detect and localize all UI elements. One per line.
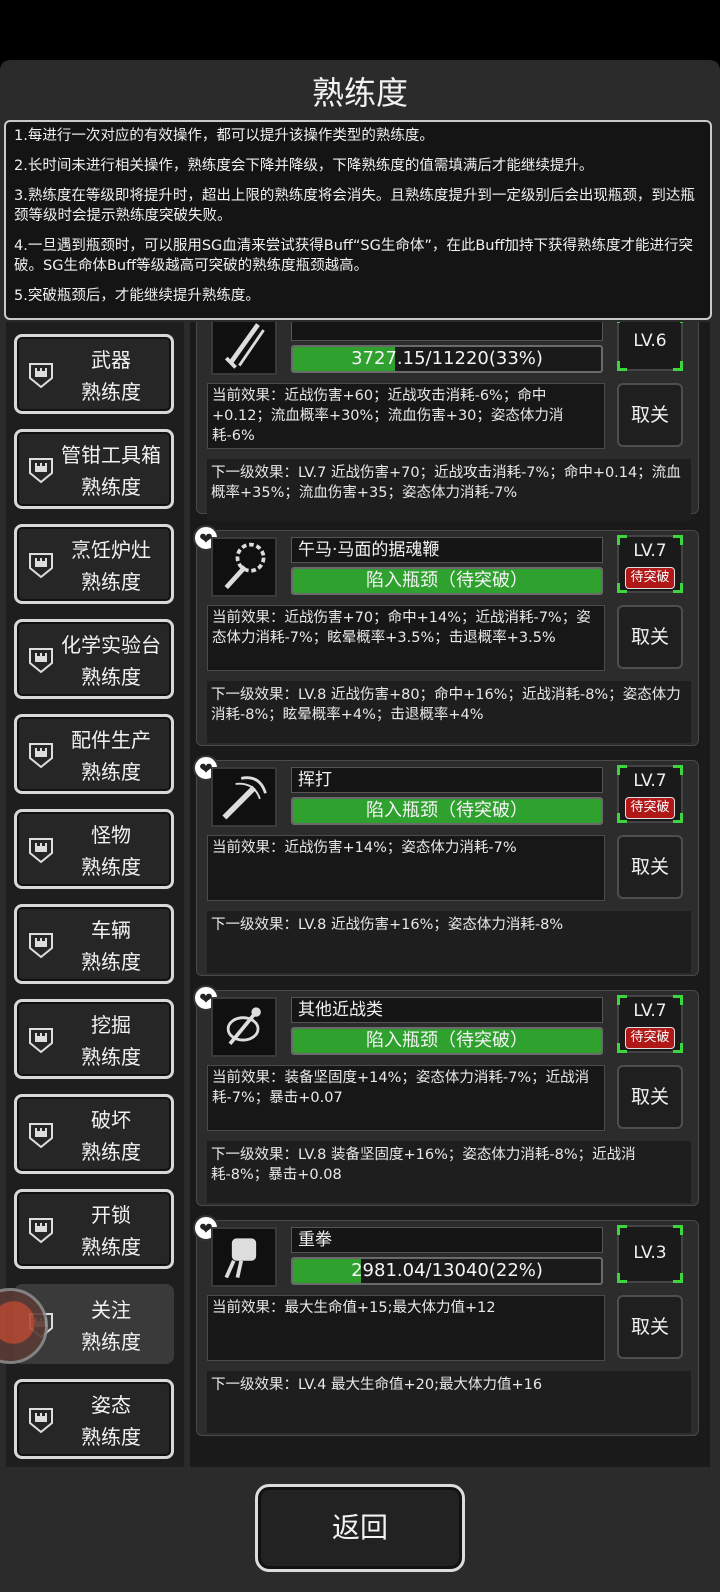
next-effect: 下一级效果：LV.8 近战伤害+16%；姿态体力消耗-8% <box>207 911 691 973</box>
current-effect: 当前效果：最大生命值+15;最大体力值+12 <box>207 1295 605 1361</box>
progress-text: 3727.15/11220(33%) <box>351 348 543 369</box>
sidebar-item-label: 化学实验台 <box>61 633 161 657</box>
level-text: LV.3 <box>633 1243 667 1263</box>
fist-icon <box>211 1227 277 1287</box>
level-box: LV.6 <box>617 322 683 371</box>
info-line: 5.突破瓶颈后，才能继续提升熟练度。 <box>14 288 260 304</box>
sidebar-item-stance[interactable]: 姿态 熟练度 <box>14 1379 174 1459</box>
page-title: 熟练度 <box>311 74 408 112</box>
progress-text: 陷入瓶颈（待突破） <box>366 800 528 821</box>
level-box: LV.7 待突破 <box>617 535 683 593</box>
sidebar-item-label: 挖掘 <box>91 1013 131 1037</box>
proficiency-name: 其他近战类 <box>291 997 603 1023</box>
sidebar-item-label: 怪物 <box>91 823 131 847</box>
level-text: LV.7 <box>633 1001 667 1021</box>
sidebar-item-toolbox[interactable]: 管钳工具箱 熟练度 <box>14 429 174 509</box>
sidebar-item-label: 烹饪炉灶 <box>71 538 151 562</box>
whip-icon <box>211 537 277 597</box>
info-line: 4.一旦遇到瓶颈时，可以服用SG血清来尝试获得Buff“SG生命体”，在此Buf… <box>14 238 693 274</box>
sidebar-item-monster[interactable]: 怪物 熟练度 <box>14 809 174 889</box>
breakthrough-badge[interactable]: 待突破 <box>625 1027 675 1049</box>
unfollow-button[interactable]: 取关 <box>617 1295 683 1359</box>
info-line: 2.长时间未进行相关操作，熟练度会下降并降级，下降熟练度的值需填满后才能继续提升… <box>14 158 594 174</box>
proficiency-card: ❤ 其他近战类 陷入瓶颈（待突破） LV.7 待突破 当前效果：装备坚固度+14… <box>193 985 699 1206</box>
unfollow-button[interactable]: 取关 <box>617 1065 683 1129</box>
sidebar-item-label: 姿态 <box>91 1393 131 1417</box>
proficiency-name <box>291 322 603 341</box>
sidebar-item-sublabel: 熟练度 <box>81 570 141 594</box>
sidebar-item-digging[interactable]: 挖掘 熟练度 <box>14 999 174 1079</box>
next-effect: 下一级效果：LV.8 近战伤害+80；命中+16%；近战消耗-8%；姿态体力消耗… <box>207 681 691 743</box>
sidebar-item-sublabel: 熟练度 <box>81 855 141 879</box>
current-effect: 当前效果：近战伤害+60；近战攻击消耗-6%；命中+0.12；流血概率+30%；… <box>207 383 605 449</box>
sword-icon <box>211 322 277 375</box>
sidebar-item-sublabel: 熟练度 <box>81 475 141 499</box>
next-effect: 下一级效果：LV.4 最大生命值+20;最大体力值+16 <box>207 1371 691 1433</box>
back-button[interactable]: 返回 <box>255 1484 465 1572</box>
progress-text: 陷入瓶颈（待突破） <box>366 570 528 591</box>
sidebar-item-label: 车辆 <box>91 918 131 942</box>
current-effect: 当前效果：近战伤害+70；命中+14%；近战消耗-7%；姿态体力消耗-7%；眩晕… <box>207 605 605 671</box>
sidebar-item-destroy[interactable]: 破坏 熟练度 <box>14 1094 174 1174</box>
progress-bar: 3727.15/11220(33%) <box>291 345 603 373</box>
sidebar-item-chemistry[interactable]: 化学实验台 熟练度 <box>14 619 174 699</box>
sidebar-item-sublabel: 熟练度 <box>81 1235 141 1259</box>
proficiency-card: ❤ 午马·马面的据魂鞭 陷入瓶颈（待突破） LV.7 待突破 当前效果：近战伤害… <box>193 525 699 746</box>
sidebar-item-parts[interactable]: 配件生产 熟练度 <box>14 714 174 794</box>
unfollow-button[interactable]: 取关 <box>617 835 683 899</box>
proficiency-card: ❤ 重拳 2981.04/13040(22%) LV.3 当前效果：最大生命值+… <box>193 1215 699 1436</box>
progress-text: 陷入瓶颈（待突破） <box>366 1030 528 1051</box>
sidebar-item-label: 管钳工具箱 <box>61 443 161 467</box>
unfollow-button[interactable]: 取关 <box>617 383 683 447</box>
proficiency-card: ❤ 挥打 陷入瓶颈（待突破） LV.7 待突破 当前效果：近战伤害+14%；姿态… <box>193 755 699 976</box>
proficiency-name: 挥打 <box>291 767 603 793</box>
sidebar-item-sublabel: 熟练度 <box>81 1140 141 1164</box>
breakthrough-badge[interactable]: 待突破 <box>625 797 675 819</box>
level-box: LV.3 <box>617 1225 683 1283</box>
sidebar-item-sublabel: 熟练度 <box>81 1330 141 1354</box>
sidebar-item-sublabel: 熟练度 <box>81 760 141 784</box>
current-effect: 当前效果：装备坚固度+14%；姿态体力消耗-7%；近战消耗-7%；暴击+0.07 <box>207 1065 605 1131</box>
sidebar-item-sublabel: 熟练度 <box>81 665 141 689</box>
proficiency-name: 午马·马面的据魂鞭 <box>291 537 603 563</box>
sidebar-item-label: 配件生产 <box>71 728 151 752</box>
swing-icon <box>211 767 277 827</box>
level-box: LV.7 待突破 <box>617 765 683 823</box>
sidebar-item-label: 武器 <box>91 348 131 372</box>
info-line: 1.每进行一次对应的有效操作，都可以提升该操作类型的熟练度。 <box>14 128 434 144</box>
next-effect: 下一级效果：LV.7 近战伤害+70；近战攻击消耗-7%；命中+0.14；流血概… <box>207 459 691 521</box>
progress-bar: 2981.04/13040(22%) <box>291 1257 603 1285</box>
progress-bar: 陷入瓶颈（待突破） <box>291 1027 603 1055</box>
sidebar-item-sublabel: 熟练度 <box>81 380 141 404</box>
sidebar-item-lockpick[interactable]: 开锁 熟练度 <box>14 1189 174 1269</box>
level-text: LV.7 <box>633 771 667 791</box>
unfollow-button[interactable]: 取关 <box>617 605 683 669</box>
sidebar-item-sublabel: 熟练度 <box>81 1045 141 1069</box>
sidebar-item-label: 开锁 <box>91 1203 131 1227</box>
level-text: LV.7 <box>633 541 667 561</box>
sidebar-item-label: 关注 <box>91 1298 131 1322</box>
progress-text: 2981.04/13040(22%) <box>351 1260 543 1281</box>
sidebar-item-label: 破坏 <box>91 1108 131 1132</box>
proficiency-name: 重拳 <box>291 1227 603 1253</box>
proficiency-list[interactable]: 3727.15/11220(33%) LV.6 当前效果：近战伤害+60；近战攻… <box>190 322 710 1467</box>
sidebar-item-sublabel: 熟练度 <box>81 1425 141 1449</box>
sidebar-item-vehicle[interactable]: 车辆 熟练度 <box>14 904 174 984</box>
progress-bar: 陷入瓶颈（待突破） <box>291 797 603 825</box>
sidebar-item-cooking[interactable]: 烹饪炉灶 熟练度 <box>14 524 174 604</box>
level-box: LV.7 待突破 <box>617 995 683 1053</box>
misc-melee-icon <box>211 997 277 1057</box>
current-effect: 当前效果：近战伤害+14%；姿态体力消耗-7% <box>207 835 605 901</box>
progress-bar: 陷入瓶颈（待突破） <box>291 567 603 595</box>
info-line: 3.熟练度在等级即将提升时，超出上限的熟练度将会消失。且熟练度提升到一定级别后会… <box>14 188 695 224</box>
next-effect: 下一级效果：LV.8 装备坚固度+16%；姿态体力消耗-8%；近战消耗-8%；暴… <box>207 1141 691 1203</box>
info-tooltip: 1.每进行一次对应的有效操作，都可以提升该操作类型的熟练度。 2.长时间未进行相… <box>4 120 712 320</box>
proficiency-card: 3727.15/11220(33%) LV.6 当前效果：近战伤害+60；近战攻… <box>196 322 699 521</box>
breakthrough-badge[interactable]: 待突破 <box>625 567 675 589</box>
level-text: LV.6 <box>633 331 667 351</box>
sidebar-item-weapon[interactable]: 武器 熟练度 <box>14 334 174 414</box>
sidebar-item-sublabel: 熟练度 <box>81 950 141 974</box>
